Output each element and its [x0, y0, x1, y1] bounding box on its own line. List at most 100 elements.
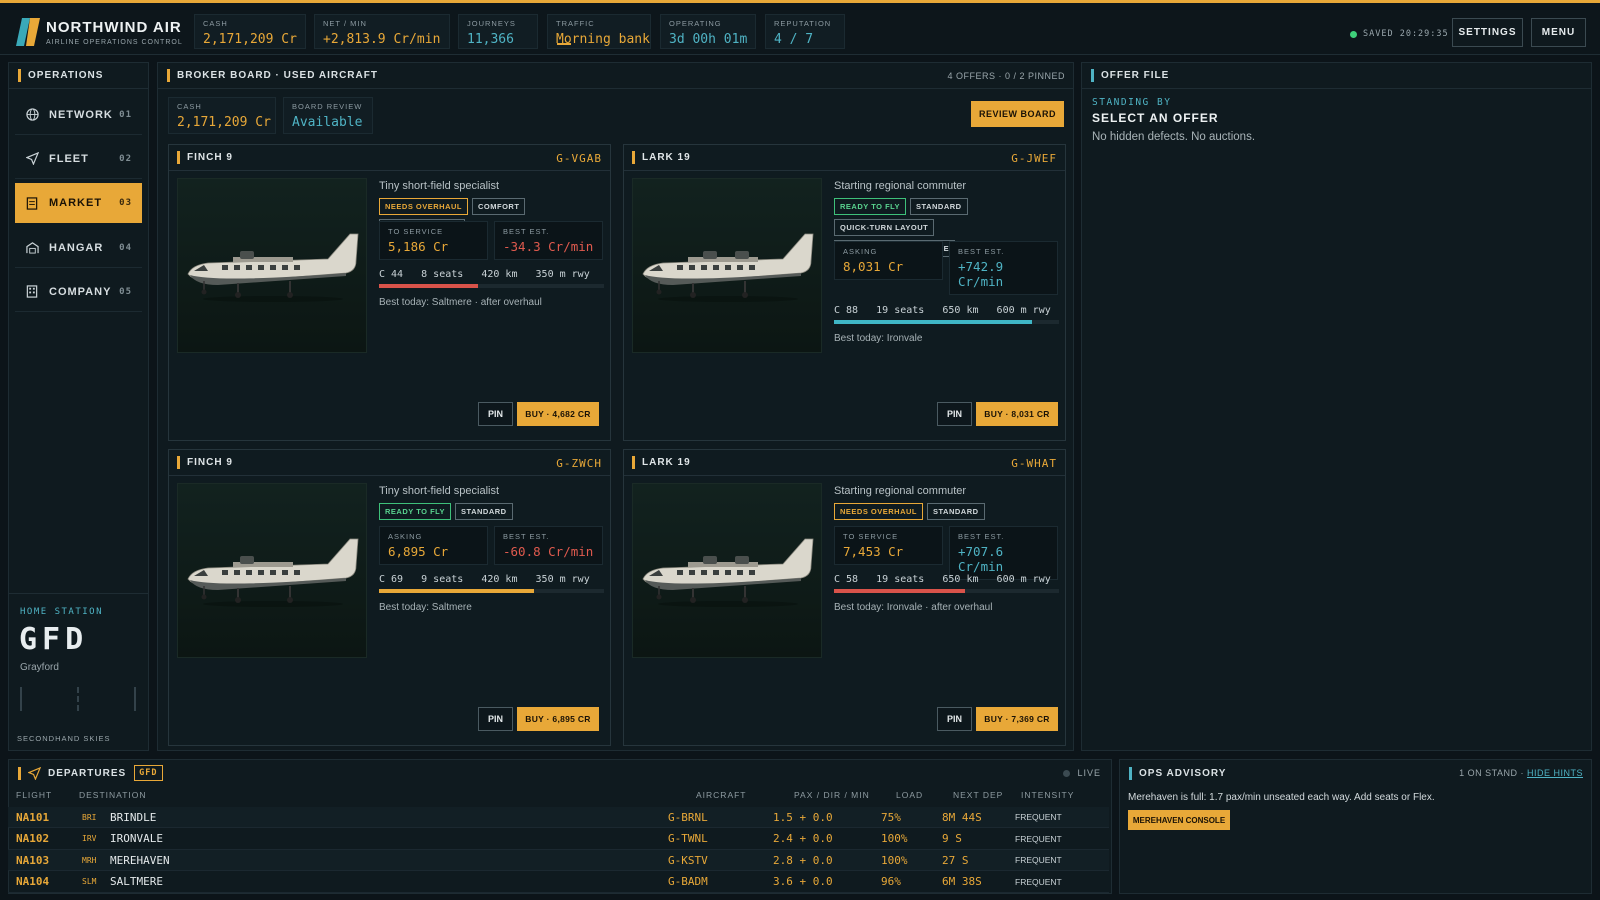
departures-header: DEPARTURES GFD	[9, 760, 1111, 786]
aircraft-image	[632, 178, 822, 353]
offer-file-note: No hidden defects. No auctions.	[1092, 131, 1256, 143]
metric-label: ASKING	[843, 247, 878, 256]
condition-bar	[834, 589, 1059, 593]
advisory-text: Merehaven is full: 1.7 pax/min unseated …	[1128, 792, 1435, 803]
stat-value: 4 / 7	[774, 32, 814, 47]
stat-journeys: JOURNEYS 11,366	[458, 14, 538, 49]
departures-icon	[28, 766, 41, 780]
intensity: FREQUENT	[1015, 812, 1062, 822]
aircraft-image	[632, 483, 822, 658]
offer-description: Tiny short-field specialist	[379, 485, 500, 497]
aircraft-illustration	[187, 538, 359, 607]
offer-best-route: Best today: Ironvale	[834, 333, 923, 344]
home-station-divider	[77, 687, 79, 711]
settings-button[interactable]: SETTINGS	[1452, 18, 1523, 47]
offer-card[interactable]: FINCH 9 G-VGAB Tiny short-field speciali…	[168, 144, 611, 441]
offer-metric-best-est: BEST EST. +742.9 Cr/min	[949, 241, 1058, 295]
broker-board-review: BOARD REVIEW Available	[283, 97, 373, 134]
building-icon	[25, 285, 39, 299]
offer-tag: READY TO FLY	[834, 198, 907, 215]
sidebar-item-number: 03	[119, 198, 132, 208]
destination-code: MRH	[82, 855, 97, 865]
advisory-meta: 1 ON STAND · HIDE HINTS	[1459, 768, 1583, 778]
stat-label: CASH	[177, 102, 202, 111]
destination-name: SALTMERE	[110, 875, 163, 888]
flight-number: NA101	[16, 810, 50, 824]
aircraft-reg: G-KSTV	[668, 853, 708, 867]
offer-tags: NEEDS OVERHAUL STANDARD	[834, 503, 1059, 520]
load-factor: 100%	[881, 853, 908, 867]
load-factor: 96%	[881, 875, 901, 888]
offer-tag: NEEDS OVERHAUL	[834, 503, 924, 520]
pin-button[interactable]: PIN	[937, 707, 972, 731]
offer-registration: G-VGAB	[556, 152, 602, 165]
stat-reputation: REPUTATION 4 / 7	[765, 14, 845, 49]
offer-metric-primary: ASKING 8,031 Cr	[834, 241, 943, 280]
offer-tag: STANDARD	[927, 503, 985, 520]
sidebar-item-network[interactable]: NETWORK 01	[15, 95, 142, 135]
offer-card[interactable]: LARK 19 G-WHAT Starting regional commute…	[623, 449, 1066, 746]
sidebar-footer: SECONDHAND SKIES	[17, 734, 111, 743]
sidebar-item-hangar[interactable]: HANGAR 04	[15, 228, 142, 268]
buy-button[interactable]: BUY · 8,031 CR	[976, 402, 1058, 426]
sidebar-item-company[interactable]: COMPANY 05	[15, 272, 142, 312]
stat-value: Available	[292, 115, 363, 130]
condition-bar	[379, 589, 604, 593]
sidebar-item-market[interactable]: MARKET 03	[15, 183, 142, 223]
buy-button[interactable]: BUY · 4,682 CR	[517, 402, 599, 426]
review-board-button[interactable]: REVIEW BOARD	[971, 101, 1064, 127]
ops-advisory-panel: OPS ADVISORY 1 ON STAND · HIDE HINTS Mer…	[1119, 759, 1592, 894]
live-label: LIVE	[1077, 768, 1101, 778]
aircraft-illustration	[187, 233, 359, 302]
menu-button[interactable]: MENU	[1531, 18, 1586, 47]
buy-button[interactable]: BUY · 6,895 CR	[517, 707, 599, 731]
buy-button[interactable]: BUY · 7,369 CR	[976, 707, 1058, 731]
offer-card[interactable]: FINCH 9 G-ZWCH Tiny short-field speciali…	[168, 449, 611, 746]
column-header: NEXT DEP	[953, 790, 1004, 800]
column-header: FLIGHT	[16, 790, 53, 800]
offer-specs: C 88 19 seats 650 km 600 m rwy	[834, 305, 1051, 316]
offer-model: FINCH 9	[169, 450, 610, 476]
departure-row[interactable]: NA102 IRV IRONVALE G-TWNL 2.4 + 0.0 100%…	[8, 829, 1109, 850]
saved-status-icon	[1350, 31, 1357, 38]
offer-specs: C 69 9 seats 420 km 350 m rwy	[379, 574, 590, 585]
offer-tags: READY TO FLY STANDARD	[379, 503, 604, 520]
pin-button[interactable]: PIN	[937, 402, 972, 426]
offer-file-title: OFFER FILE	[1082, 63, 1591, 89]
sidebar-item-fleet[interactable]: FLEET 02	[15, 139, 142, 179]
pin-button[interactable]: PIN	[478, 707, 513, 731]
offer-model: LARK 19	[624, 450, 1065, 476]
offer-tag: READY TO FLY	[379, 503, 452, 520]
metric-label: BEST EST.	[958, 532, 1005, 541]
home-station-name: Grayford	[20, 662, 59, 673]
offer-model: FINCH 9	[169, 145, 610, 171]
sidebar-item-number: 05	[119, 286, 132, 297]
stat-value: 11,366	[467, 32, 514, 47]
departures-title: DEPARTURES	[48, 767, 127, 779]
intensity: FREQUENT	[1015, 833, 1062, 844]
pin-button[interactable]: PIN	[478, 402, 513, 426]
hide-hints-link[interactable]: HIDE HINTS	[1527, 768, 1583, 778]
aircraft-image	[177, 178, 367, 353]
document-icon	[25, 196, 39, 210]
offer-registration: G-JWEF	[1011, 152, 1057, 165]
departure-row[interactable]: NA104 SLM SALTMERE G-BADM 3.6 + 0.0 96% …	[8, 872, 1109, 893]
metric-value: +742.9 Cr/min	[958, 259, 1004, 289]
destination-code: BRI	[82, 812, 97, 822]
merehaven-console-button[interactable]: MEREHAVEN CONSOLE	[1128, 810, 1230, 830]
app-name: NORTHWIND AIR	[46, 19, 182, 36]
next-departure: 6M 38S	[942, 875, 982, 888]
departure-row[interactable]: NA103 MRH MEREHAVEN G-KSTV 2.8 + 0.0 100…	[8, 850, 1109, 871]
sidebar-item-label: COMPANY	[49, 285, 112, 298]
stat-label: OPERATING	[669, 19, 722, 28]
stat-value: 2,171,209 Cr	[203, 32, 297, 47]
offer-tag: NEEDS OVERHAUL	[379, 198, 469, 215]
departure-row[interactable]: NA101 BRI BRINDLE G-BRNL 1.5 + 0.0 75% 8…	[8, 807, 1109, 828]
sidebar-item-number: 02	[119, 153, 132, 164]
stat-label: BOARD REVIEW	[292, 102, 363, 111]
hangar-icon	[25, 241, 39, 255]
intensity: FREQUENT	[1015, 876, 1062, 887]
offer-card[interactable]: LARK 19 G-JWEF Starting regional commute…	[623, 144, 1066, 441]
pax-rate: 2.4 + 0.0	[773, 832, 833, 845]
sidebar-item-number: 04	[119, 242, 132, 253]
